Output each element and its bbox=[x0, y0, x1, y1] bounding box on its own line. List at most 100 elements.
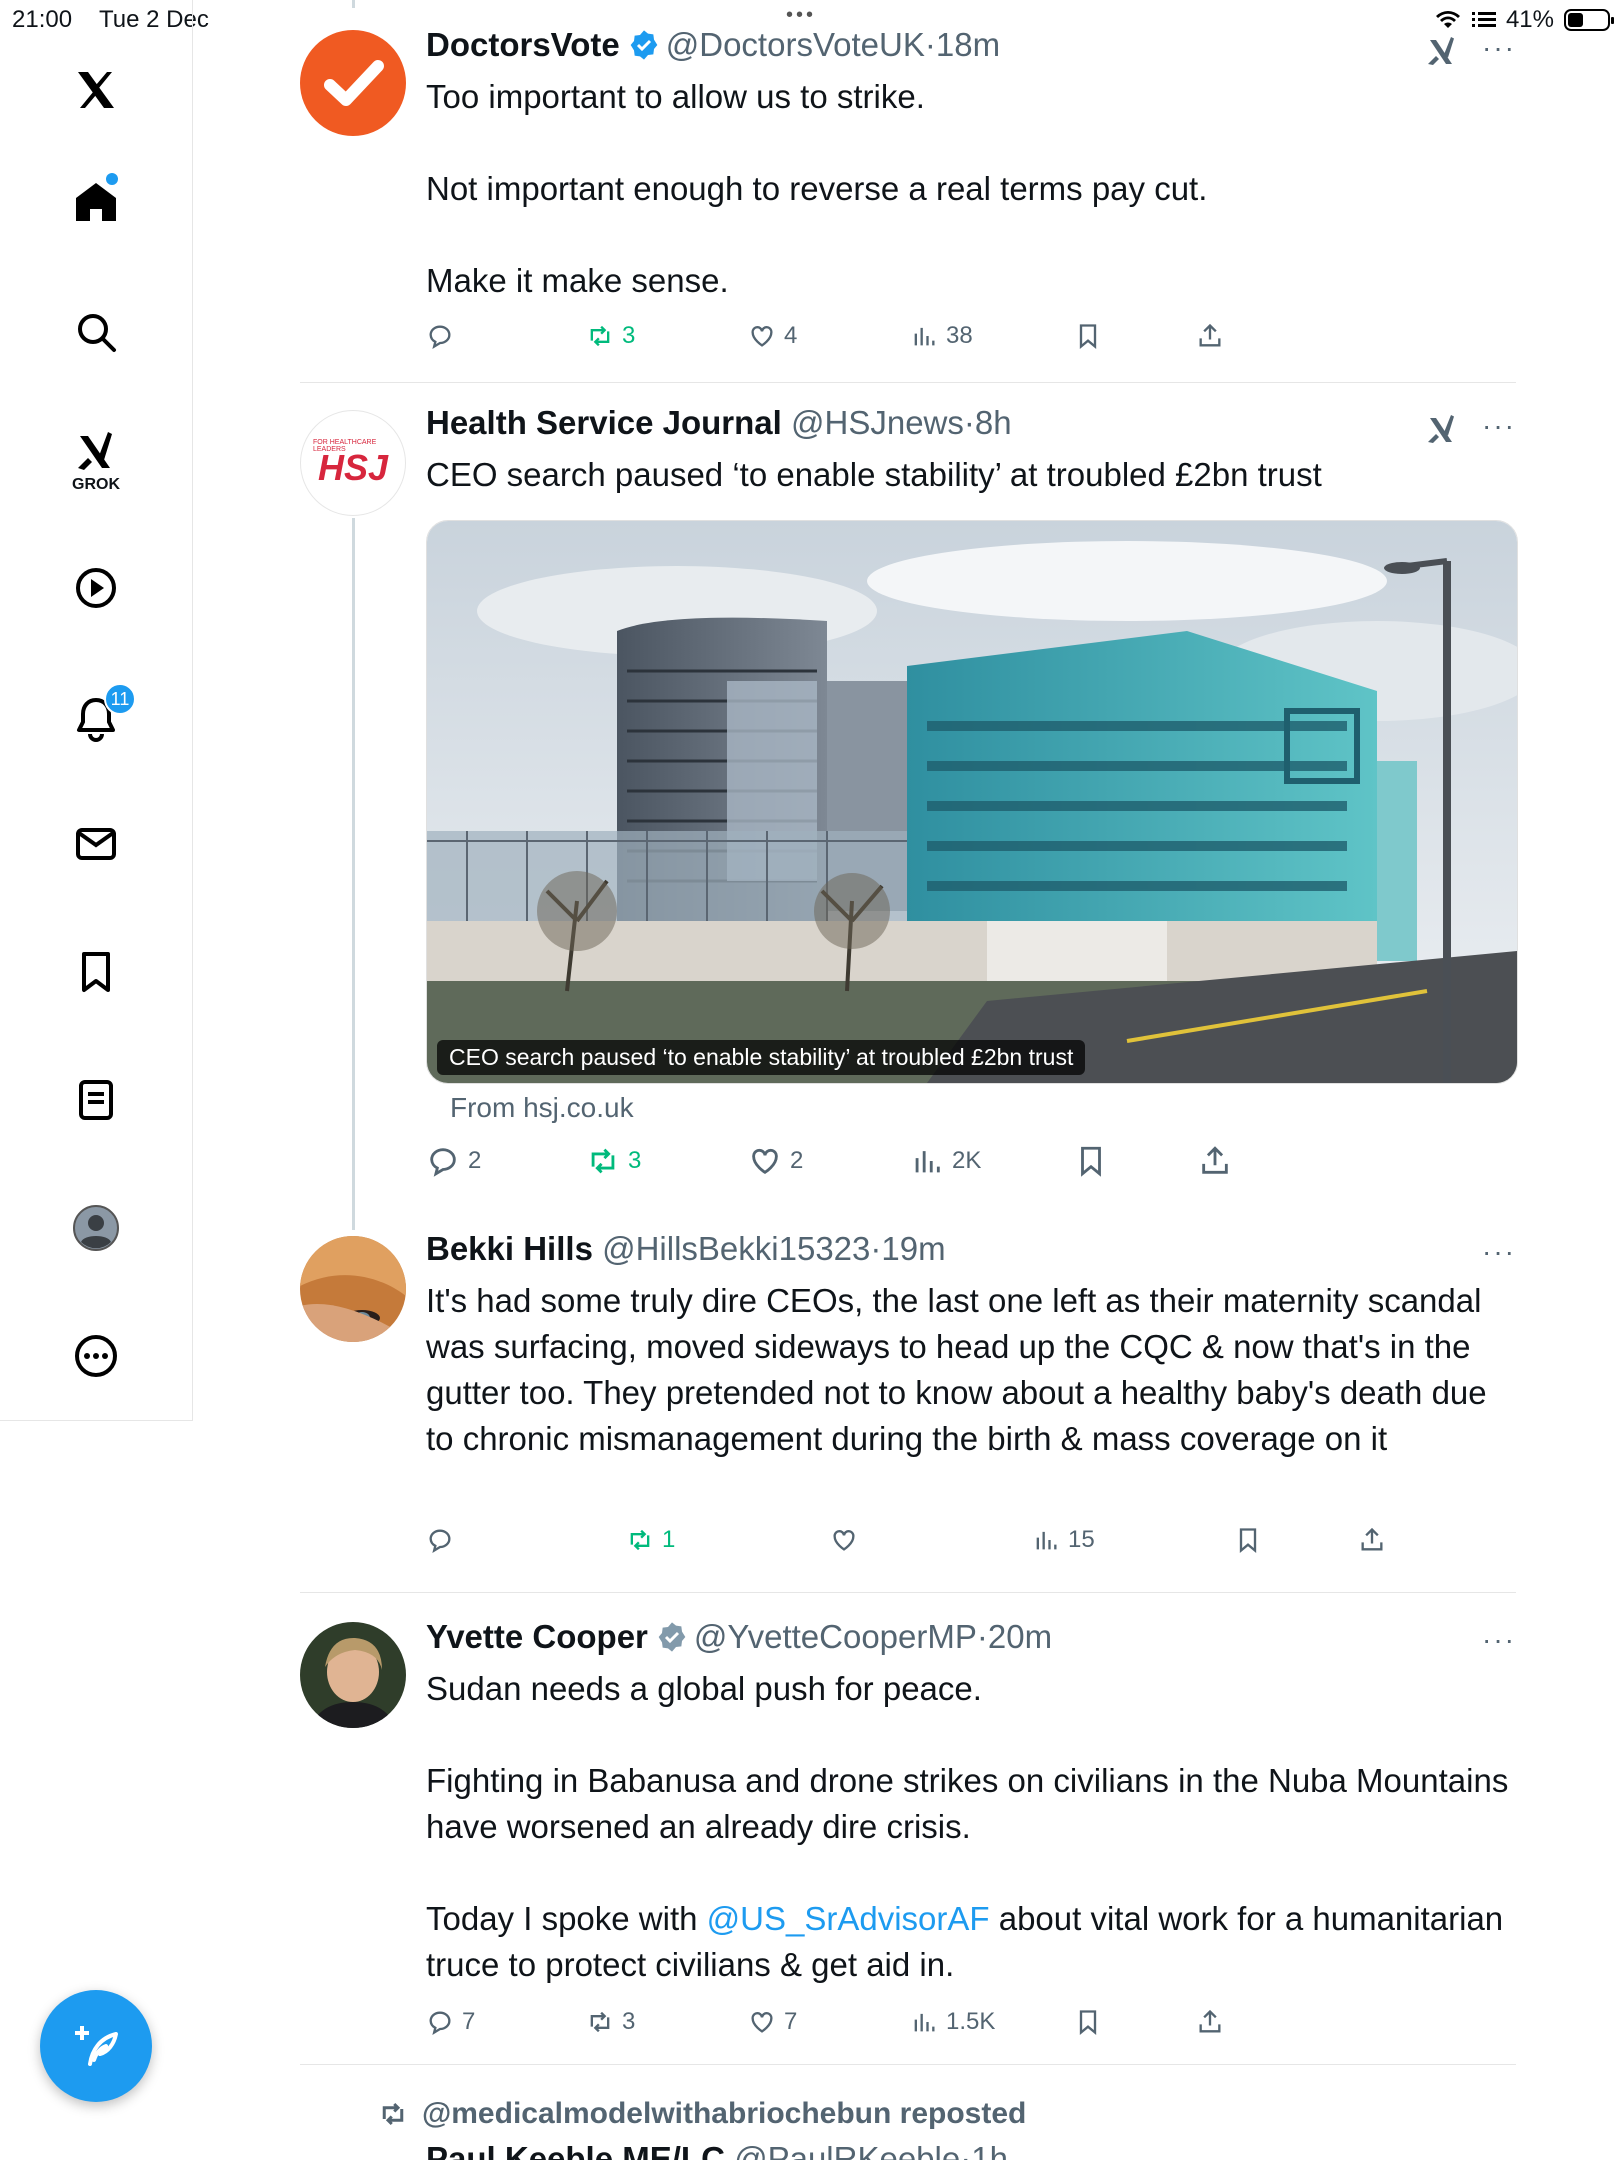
bookmark-button[interactable] bbox=[1234, 1526, 1262, 1554]
view-count: 15 bbox=[1068, 1526, 1095, 1553]
tweet-line: It's had some truly dire CEOs, the last … bbox=[426, 1282, 1487, 1457]
search-icon[interactable] bbox=[66, 302, 126, 362]
separator-dot: · bbox=[960, 2140, 972, 2160]
reply-icon bbox=[429, 325, 451, 349]
link-card[interactable]: CEO search paused ‘to enable stability’ … bbox=[426, 520, 1518, 1084]
tweet-line: Not important enough to reverse a real t… bbox=[426, 170, 1208, 207]
tweet-yvette-cooper[interactable]: Yvette Cooper @YvetteCooperMP·20m ··· Sud… bbox=[300, 1618, 1516, 2058]
like-button[interactable]: 4 bbox=[748, 322, 797, 350]
mention-link[interactable]: @US_SrAdvisorAF bbox=[707, 1900, 990, 1937]
more-menu-icon[interactable]: ··· bbox=[1482, 410, 1516, 442]
repost-button[interactable]: 3 bbox=[586, 322, 635, 350]
repost-icon bbox=[630, 1529, 650, 1551]
views-chart-icon bbox=[1036, 1531, 1057, 1550]
view-count: 2K bbox=[952, 1147, 982, 1174]
link-card-source[interactable]: From hsj.co.uk bbox=[450, 1092, 634, 1124]
reply-button[interactable] bbox=[426, 322, 454, 350]
multitask-dots[interactable]: ••• bbox=[786, 4, 816, 27]
views-button[interactable]: 38 bbox=[910, 322, 973, 350]
share-button[interactable] bbox=[1196, 2008, 1224, 2036]
avatar-yvette-cooper[interactable] bbox=[300, 1622, 406, 1728]
author-name[interactable]: Bekki Hills bbox=[426, 1230, 593, 1267]
tweet-doctorsvote[interactable]: DoctorsVote @DoctorsVoteUK·18m ··· Too im… bbox=[300, 26, 1516, 356]
reply-button[interactable]: 2 bbox=[426, 1144, 481, 1178]
like-button[interactable] bbox=[830, 1526, 858, 1554]
grok-explain-icon[interactable] bbox=[1424, 412, 1460, 448]
tweet-header: DoctorsVote @DoctorsVoteUK·18m bbox=[426, 26, 1000, 64]
timestamp[interactable]: 18m bbox=[936, 26, 1000, 63]
bookmark-icon bbox=[1079, 324, 1097, 349]
thread-line-top bbox=[352, 0, 355, 8]
like-button[interactable]: 7 bbox=[748, 2008, 797, 2036]
tweet-divider bbox=[300, 2064, 1516, 2065]
author-handle[interactable]: @YvetteCooperMP bbox=[694, 1618, 977, 1655]
more-menu-icon[interactable]: ··· bbox=[1482, 1624, 1516, 1656]
more-menu-icon[interactable]: ··· bbox=[1482, 32, 1516, 64]
tweet-paul-keeble[interactable]: Paul Keeble ME/LC @PaulRKeeble·1h bbox=[300, 2140, 1516, 2160]
verified-badge-icon bbox=[658, 1622, 686, 1652]
separator-dot: · bbox=[963, 404, 975, 441]
tweet-bekki-hills[interactable]: Bekki Hills @HillsBekki15323·19m ··· It'… bbox=[300, 1230, 1516, 1560]
bookmark-icon bbox=[1079, 2010, 1097, 2035]
author-handle[interactable]: @PaulRKeeble bbox=[734, 2140, 960, 2160]
share-button[interactable] bbox=[1196, 322, 1224, 350]
bookmark-button[interactable] bbox=[1074, 322, 1102, 350]
share-button[interactable] bbox=[1198, 1144, 1232, 1178]
share-icon bbox=[1202, 1146, 1228, 1174]
author-handle[interactable]: @HillsBekki15323 bbox=[602, 1230, 870, 1267]
repost-banner[interactable]: @medicalmodelwithabriochebun reposted bbox=[378, 2097, 1026, 2131]
reply-button[interactable]: 7 bbox=[426, 2008, 475, 2036]
author-name[interactable]: DoctorsVote bbox=[426, 26, 620, 63]
share-icon bbox=[1199, 323, 1221, 347]
repost-count: 1 bbox=[662, 1526, 676, 1553]
author-handle[interactable]: @DoctorsVoteUK bbox=[666, 26, 925, 63]
timestamp[interactable]: 19m bbox=[881, 1230, 945, 1267]
author-name[interactable]: Yvette Cooper bbox=[426, 1618, 648, 1655]
share-icon bbox=[1199, 2009, 1221, 2033]
views-chart-icon bbox=[914, 2013, 935, 2032]
repost-icon bbox=[590, 2011, 610, 2033]
tweet-text: CEO search paused ‘to enable stability’ … bbox=[426, 452, 1516, 498]
repost-button[interactable]: 1 bbox=[626, 1526, 675, 1554]
reply-button[interactable] bbox=[426, 1526, 454, 1554]
tweet-text-segment: Today I spoke with bbox=[426, 1900, 707, 1937]
timestamp[interactable]: 8h bbox=[975, 404, 1012, 441]
heart-icon bbox=[752, 1148, 778, 1175]
bookmark-button[interactable] bbox=[1074, 2008, 1102, 2036]
repost-icon bbox=[591, 1148, 615, 1174]
timestamp[interactable]: 20m bbox=[988, 1618, 1052, 1655]
bookmark-button[interactable] bbox=[1074, 1144, 1108, 1178]
repost-button[interactable]: 3 bbox=[586, 2008, 635, 2036]
views-button[interactable]: 15 bbox=[1032, 1526, 1095, 1554]
repost-button[interactable]: 3 bbox=[586, 1144, 641, 1178]
reply-icon bbox=[429, 2011, 451, 2035]
compose-post-button[interactable] bbox=[40, 1990, 152, 2102]
reply-icon bbox=[430, 1148, 456, 1177]
tweet-text: Too important to allow us to strike. Not… bbox=[426, 74, 1516, 304]
more-options-icon[interactable] bbox=[66, 1326, 126, 1386]
grok-icon[interactable] bbox=[66, 422, 126, 482]
bookmarks-icon[interactable] bbox=[66, 942, 126, 1002]
avatar-bekki-hills[interactable] bbox=[300, 1236, 406, 1342]
x-logo-icon[interactable] bbox=[66, 60, 126, 120]
views-button[interactable]: 1.5K bbox=[910, 2008, 995, 2036]
lists-icon[interactable] bbox=[66, 1070, 126, 1130]
avatar-hsj[interactable]: FOR HEALTHCARE LEADERS HSJ bbox=[300, 410, 406, 516]
profile-avatar-icon[interactable] bbox=[66, 1198, 126, 1258]
timestamp[interactable]: 1h bbox=[971, 2140, 1008, 2160]
share-button[interactable] bbox=[1358, 1526, 1386, 1554]
messages-icon[interactable] bbox=[66, 814, 126, 874]
grok-explain-icon[interactable] bbox=[1424, 34, 1460, 70]
compose-feather-icon bbox=[75, 2026, 118, 2066]
author-handle[interactable]: @HSJnews bbox=[791, 404, 964, 441]
tweet-divider bbox=[300, 382, 1516, 383]
views-button[interactable]: 2K bbox=[910, 1144, 981, 1178]
video-icon[interactable] bbox=[66, 558, 126, 618]
more-menu-icon[interactable]: ··· bbox=[1482, 1236, 1516, 1268]
battery-icon bbox=[1564, 9, 1614, 31]
tweet-line: Today I spoke with @US_SrAdvisorAF about… bbox=[426, 1896, 1516, 1988]
like-button[interactable]: 2 bbox=[748, 1144, 803, 1178]
author-name[interactable]: Health Service Journal bbox=[426, 404, 782, 441]
author-name[interactable]: Paul Keeble ME/LC bbox=[426, 2140, 725, 2160]
avatar-doctorsvote[interactable] bbox=[300, 30, 406, 136]
